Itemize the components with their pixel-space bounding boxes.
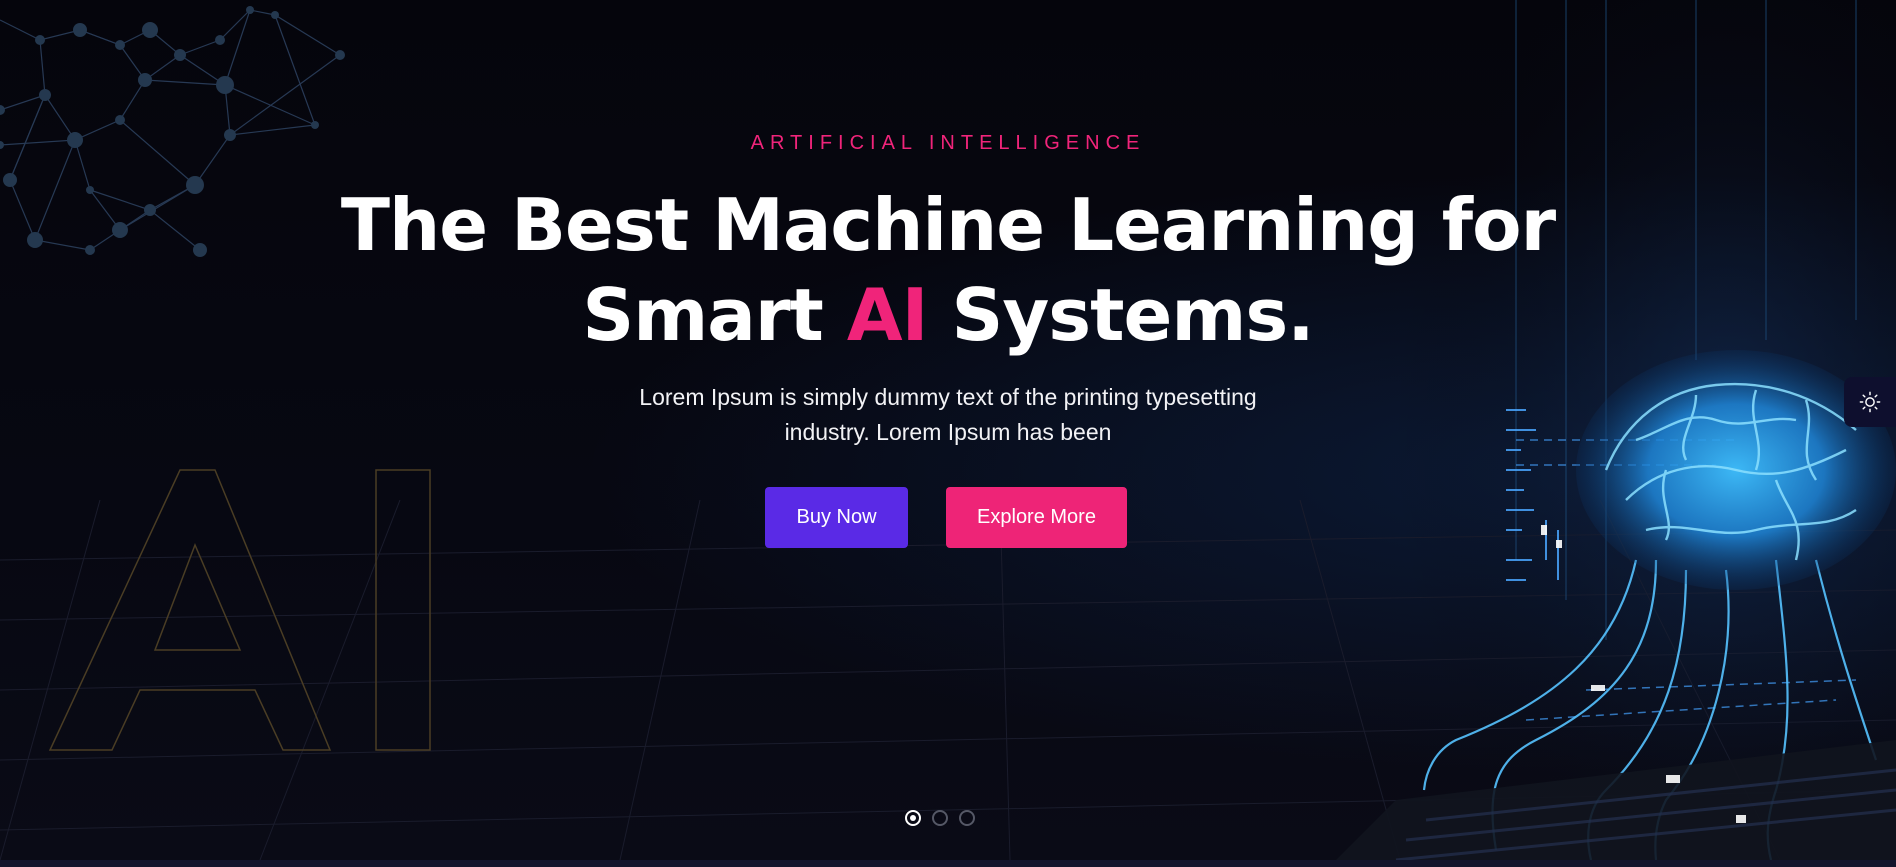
theme-toggle-button[interactable] bbox=[1844, 377, 1896, 427]
hero-eyebrow: ARTIFICIAL INTELLIGENCE bbox=[750, 132, 1146, 154]
headline-line-1: The Best Machine Learning for bbox=[340, 183, 1556, 267]
headline-line-2-end: Systems. bbox=[927, 273, 1314, 357]
hero-section: ARTIFICIAL INTELLIGENCE The Best Machine… bbox=[0, 0, 1896, 867]
subtitle-line-1: Lorem Ipsum is simply dummy text of the … bbox=[639, 384, 1257, 410]
buy-now-button[interactable]: Buy Now bbox=[765, 487, 908, 548]
slider-dot-2[interactable] bbox=[932, 810, 948, 826]
slider-dot-1[interactable] bbox=[905, 810, 921, 826]
brain-circuit-illustration bbox=[1336, 0, 1896, 860]
slider-pagination bbox=[905, 810, 975, 826]
sun-icon bbox=[1859, 391, 1881, 413]
headline-line-2-start: Smart bbox=[582, 273, 847, 357]
explore-more-button[interactable]: Explore More bbox=[946, 487, 1127, 548]
slider-dot-3[interactable] bbox=[959, 810, 975, 826]
hero-headline: The Best Machine Learning for Smart AI S… bbox=[0, 180, 1896, 360]
subtitle-line-2: industry. Lorem Ipsum has been bbox=[784, 419, 1112, 445]
headline-accent: AI bbox=[846, 273, 929, 357]
hero-subtitle: Lorem Ipsum is simply dummy text of the … bbox=[598, 380, 1298, 450]
ai-outline-decoration bbox=[48, 469, 431, 751]
